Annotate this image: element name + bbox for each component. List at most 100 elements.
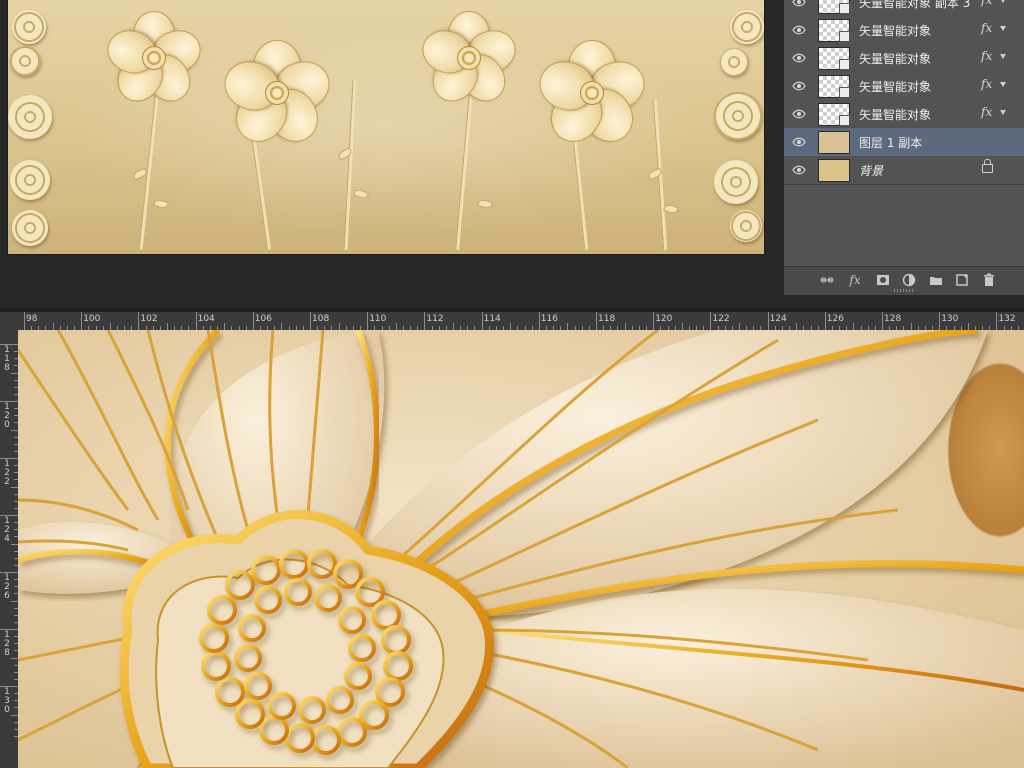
ruler-tick	[882, 312, 883, 330]
carved-flower	[533, 30, 651, 152]
leaf	[663, 202, 679, 216]
document-preview-canvas[interactable]	[8, 0, 764, 254]
ruler-tick	[538, 312, 540, 330]
panel-resize-grip[interactable]	[894, 289, 914, 292]
ruler-tick	[367, 312, 369, 330]
layers-panel: 矢量智能对象 副本 3 fx 矢量智能对象 fx 矢量智能对象 fx 矢量智能对象 fx 矢量智…	[784, 0, 1024, 294]
spiral-ornament	[10, 160, 50, 200]
visibility-eye-icon[interactable]	[792, 164, 806, 175]
ruler-minor-tick	[11, 600, 18, 602]
ruler-minor-tick	[853, 323, 855, 330]
ruler-minor-tick	[395, 323, 397, 330]
layer-thumbnail[interactable]	[818, 0, 850, 14]
layer-name[interactable]: 背景	[859, 162, 883, 179]
layer-row[interactable]: 图层 1 副本	[784, 128, 1024, 157]
ruler-minor-tick	[52, 323, 54, 330]
smart-object-icon	[839, 115, 850, 126]
new-layer-icon[interactable]	[955, 273, 969, 287]
carved-flower	[218, 30, 336, 152]
layer-name[interactable]: 矢量智能对象	[859, 78, 931, 95]
adjustment-icon[interactable]	[902, 273, 916, 287]
ruler-minor-tick	[739, 323, 740, 330]
ruler-label: 120	[4, 402, 10, 430]
ruler-tick	[710, 312, 712, 330]
visibility-eye-icon[interactable]	[792, 136, 806, 147]
layer-effects-icon[interactable]: fx	[981, 77, 992, 91]
layer-thumbnail[interactable]	[818, 75, 850, 98]
expand-effects-icon[interactable]	[1000, 110, 1006, 115]
zoomed-canvas[interactable]	[18, 330, 1024, 768]
visibility-eye-icon[interactable]	[792, 80, 806, 91]
ruler-tick	[138, 312, 140, 330]
ruler-label: 108	[312, 314, 330, 324]
ruler-tick	[824, 312, 826, 330]
layer-effects-icon[interactable]: fx	[981, 21, 992, 35]
expand-effects-icon[interactable]	[1000, 82, 1006, 87]
visibility-eye-icon[interactable]	[792, 24, 806, 35]
leaf	[352, 187, 370, 201]
ruler-minor-tick	[11, 372, 18, 374]
layer-effects-icon[interactable]: fx	[981, 0, 992, 7]
layer-row[interactable]: 矢量智能对象 fx	[784, 16, 1024, 45]
ruler-label: 128	[4, 630, 10, 658]
ruler-minor-tick	[967, 323, 969, 330]
layer-effects-icon[interactable]: fx	[981, 105, 992, 119]
ruler-label: 130	[941, 314, 959, 324]
trash-icon[interactable]	[982, 273, 996, 287]
ruler-origin[interactable]	[0, 312, 19, 331]
expand-effects-icon[interactable]	[1000, 54, 1006, 59]
ruler-tick	[424, 312, 426, 330]
ruler-label: 116	[540, 314, 558, 324]
layer-thumbnail[interactable]	[818, 47, 850, 70]
layer-effects-icon[interactable]: fx	[981, 49, 992, 63]
flower-stem	[343, 80, 357, 250]
layer-name[interactable]: 矢量智能对象	[859, 22, 931, 39]
carved-flower	[101, 5, 207, 111]
ruler-label: 126	[4, 573, 10, 601]
ruler-tick	[939, 312, 941, 330]
spiral-ornament	[10, 46, 40, 76]
spiral-ornament	[12, 210, 48, 246]
ruler-tick	[195, 312, 197, 330]
layer-name[interactable]: 矢量智能对象 副本 3	[859, 0, 970, 11]
ruler-label: 122	[712, 314, 730, 324]
horizontal-ruler[interactable]: 98 100 102 104 106 108 110 112 114 116 118 120 122 12…	[18, 312, 1024, 331]
layer-name[interactable]: 矢量智能对象	[859, 50, 931, 67]
vertical-ruler[interactable]: 118 120 122 124 126 128 130	[0, 330, 19, 768]
link-icon[interactable]	[820, 273, 834, 287]
layer-row[interactable]: 矢量智能对象 fx	[784, 72, 1024, 101]
spiral-ornament	[730, 10, 764, 44]
fx-icon[interactable]: fx	[848, 273, 862, 287]
layer-thumbnail[interactable]	[818, 103, 850, 126]
layer-name[interactable]: 矢量智能对象	[859, 106, 931, 123]
ruler-tick	[596, 312, 597, 330]
ruler-tick	[252, 312, 254, 330]
ruler-minor-tick	[11, 429, 18, 431]
leaf	[477, 197, 493, 211]
ruler-label: 112	[426, 314, 444, 324]
folder-icon[interactable]	[929, 273, 943, 287]
layer-thumbnail[interactable]	[818, 19, 850, 42]
layer-thumbnail[interactable]	[818, 131, 850, 154]
visibility-eye-icon[interactable]	[792, 52, 806, 63]
layer-row[interactable]: 矢量智能对象 fx	[784, 44, 1024, 73]
ruler-minor-tick	[567, 323, 569, 330]
ruler-minor-tick	[338, 323, 340, 330]
mask-icon[interactable]	[876, 273, 890, 287]
layer-row[interactable]: 矢量智能对象 fx	[784, 100, 1024, 129]
ruler-tick	[653, 312, 655, 330]
ruler-label: 126	[826, 314, 844, 324]
expand-effects-icon[interactable]	[1000, 0, 1006, 3]
ruler-tick	[996, 312, 998, 330]
ruler-label: 106	[254, 314, 272, 324]
layer-row[interactable]: 矢量智能对象 副本 3 fx	[784, 0, 1024, 17]
layer-thumbnail[interactable]	[818, 159, 850, 182]
visibility-eye-icon[interactable]	[792, 0, 806, 7]
layer-name[interactable]: 图层 1 副本	[859, 134, 922, 151]
ruler-label: 124	[4, 516, 10, 544]
ruler-minor-tick	[681, 323, 683, 330]
layer-row[interactable]: 背景	[784, 156, 1024, 185]
expand-effects-icon[interactable]	[1000, 26, 1006, 31]
ruler-minor-tick	[109, 323, 111, 330]
visibility-eye-icon[interactable]	[792, 108, 806, 119]
